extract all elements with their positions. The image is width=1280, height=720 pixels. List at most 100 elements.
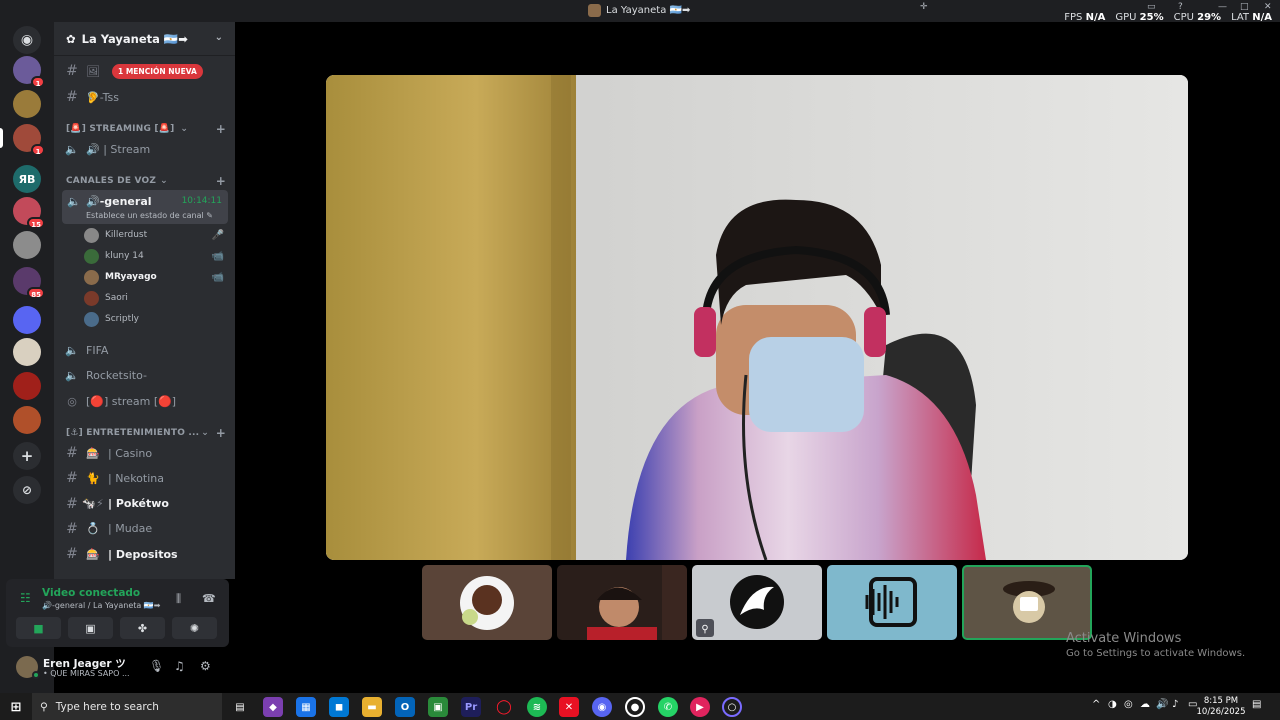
channel-pinned[interactable]: # 🖼 1 MENCIÓN NUEVA [62,60,228,82]
outlook-icon[interactable]: O [395,697,415,717]
file-explorer-icon[interactable]: ▬ [362,697,382,717]
server-3-icon[interactable]: 1 [13,124,45,156]
server-10-icon[interactable] [13,372,41,400]
microphone-tray-icon[interactable]: ♪ [1172,699,1178,710]
voice-channel-fifa[interactable]: 🔈 FIFA [62,339,228,361]
server-9-icon[interactable] [13,338,41,366]
voice-user[interactable]: MRyayago 📹 [84,267,224,287]
active-voice-channel[interactable]: 🔈 🔊-general 10:14:11 Establece un estado… [62,190,228,224]
text-channel[interactable]: # 🐈 | Nekotina [62,467,228,489]
media-player-icon[interactable]: ▶ [690,697,710,717]
minecraft-icon[interactable]: ▣ [428,697,448,717]
window-title-text: La Yayaneta 🇦🇷➡ [606,5,691,16]
opera-icon[interactable]: ◯ [494,697,514,717]
microphone-icon[interactable]: 🎙 [149,659,164,673]
text-channel[interactable]: # 🎰 | Casino [62,442,228,464]
app-x-icon[interactable]: ✕ [559,697,579,717]
guild-header[interactable]: ✿ La Yayaneta 🇦🇷➡ ⌄ [54,22,235,56]
server-5-icon[interactable]: 15 [13,197,45,229]
set-channel-status[interactable]: Establece un estado de canal ✎ [86,211,213,220]
chevron-up-icon[interactable]: ^ [1092,699,1100,710]
text-channel[interactable]: # 💍 | Mudae [62,518,228,540]
camera-button[interactable]: ■ [16,617,61,639]
server-2-icon[interactable] [13,90,41,118]
spotify-icon[interactable]: ≋ [527,697,547,717]
task-view-icon[interactable]: ▤ [230,697,250,717]
server-11-icon[interactable] [13,406,41,434]
whatsapp-icon[interactable]: ✆ [658,697,678,717]
tray-app-icon[interactable]: ◎ [1124,699,1133,710]
system-clock[interactable]: 8:15 PM 10/26/2025 [1196,696,1246,718]
main-video-feed[interactable] [326,75,1188,560]
text-channel[interactable]: # 🎰 | Depositos [62,543,228,565]
close-icon[interactable]: ✕ [1264,2,1272,12]
stage-channel-stream[interactable]: ◎ [🔴] stream [🔴] [62,390,228,412]
server-4-icon[interactable]: ЯB [13,165,41,193]
voice-status-subtitle[interactable]: 🔊-general / La Yayaneta 🇦🇷➡ [42,601,161,610]
server-7-icon[interactable]: 85 [13,267,45,299]
windows-start-icon[interactable]: ⊞ [6,697,26,717]
tray-app-icon[interactable]: ◑ [1108,699,1117,710]
server-8-icon[interactable] [13,306,41,334]
notification-icon[interactable]: ▤ [1252,699,1261,710]
inbox-icon[interactable]: ▭ [1147,2,1156,12]
calendar-icon[interactable]: ▦ [296,697,316,717]
copilot-icon[interactable]: ◆ [263,697,283,717]
add-channel-icon[interactable]: + [216,426,226,440]
volume-icon[interactable]: 🔊 [1156,699,1168,710]
participant-tile[interactable] [422,565,552,640]
category-voice[interactable]: CANALES DE VOZ ⌄ + [66,173,226,189]
participant-tile[interactable]: ⚲ [692,565,822,640]
avatar [84,248,99,264]
camera-on-icon: 📹 [211,250,224,262]
participant-tile[interactable] [827,565,957,640]
noise-suppression-icon[interactable]: ⫼ [176,592,181,606]
discord-icon[interactable]: ◉ [592,697,612,717]
participant-tile-speaking[interactable] [962,565,1092,640]
activities-button[interactable]: ✤ [120,617,165,639]
obs-icon[interactable]: ● [625,697,645,717]
add-channel-icon[interactable]: + [216,174,226,188]
disconnect-icon[interactable]: ☎ [202,592,216,605]
server-1-icon[interactable]: 1 [13,56,45,88]
discord-home-icon[interactable]: ◉ [13,26,41,54]
headphones-icon[interactable]: ♫ [174,659,185,673]
voice-channel-rocketsito[interactable]: 🔈 Rocketsito- [62,364,228,386]
store-icon[interactable]: ◼ [329,697,349,717]
channel-label: | Mudae [108,522,153,536]
speaker-icon: 🔈 [67,195,81,208]
cloud-icon[interactable]: ☁ [1140,699,1150,710]
soundboard-button[interactable]: ✺ [172,617,217,639]
premiere-icon[interactable]: Pr [461,697,481,717]
search-placeholder: Type here to search [55,700,159,713]
category-streaming[interactable]: [🚨] STREAMING [🚨] ⌄ + [66,121,226,137]
voice-user[interactable]: kluny 14 📹 [84,246,224,266]
category-entertainment[interactable]: [⚓] ENTRETENIMIENTO ... ⌄ + [66,425,226,441]
text-channel[interactable]: # 🐄⚡ | Pokétwo [62,493,228,515]
add-server-icon[interactable]: + [13,442,41,470]
windows-taskbar: ⊞ ⚲ Type here to search ▤ ◆ ▦ ◼ ▬ O ▣ Pr… [0,693,1280,720]
guild-settings-icon: ✿ [66,31,76,46]
add-channel-icon[interactable]: + [216,122,226,136]
minimize-icon[interactable]: — [1218,2,1227,12]
maximize-icon[interactable]: □ [1240,2,1249,12]
server-6-icon[interactable] [13,231,41,259]
signal-strength-icon[interactable]: ☷ [20,591,31,605]
help-icon[interactable]: ? [1178,2,1183,12]
gear-icon[interactable]: ⚙ [200,659,211,673]
activate-subtitle: Go to Settings to activate Windows. [1066,648,1246,659]
explore-compass-icon[interactable]: ⊘ [13,476,41,504]
new-mention-badge[interactable]: 1 MENCIÓN NUEVA [112,63,203,79]
voice-user-name: Scriptly [105,314,139,324]
voice-user[interactable]: Killerdust 🎤 [84,225,224,245]
voice-user[interactable]: Scriptly [84,309,224,329]
channel-tss[interactable]: # 🦻-Tss [62,86,228,108]
participant-tile[interactable] [557,565,687,640]
voice-channel-stream[interactable]: 🔈 🔊 | Stream [62,138,228,160]
voice-user[interactable]: Saori [84,288,224,308]
chevron-down-icon[interactable]: ⌄ [215,32,223,43]
discord-window: La Yayaneta 🇦🇷➡ ✛ ▭ ? — □ ✕ FPS N/A GPU … [0,0,1280,720]
app-circle-icon[interactable]: ○ [722,697,742,717]
screen-share-button[interactable]: ▣ [68,617,113,639]
taskbar-search[interactable]: ⚲ Type here to search [32,693,222,720]
